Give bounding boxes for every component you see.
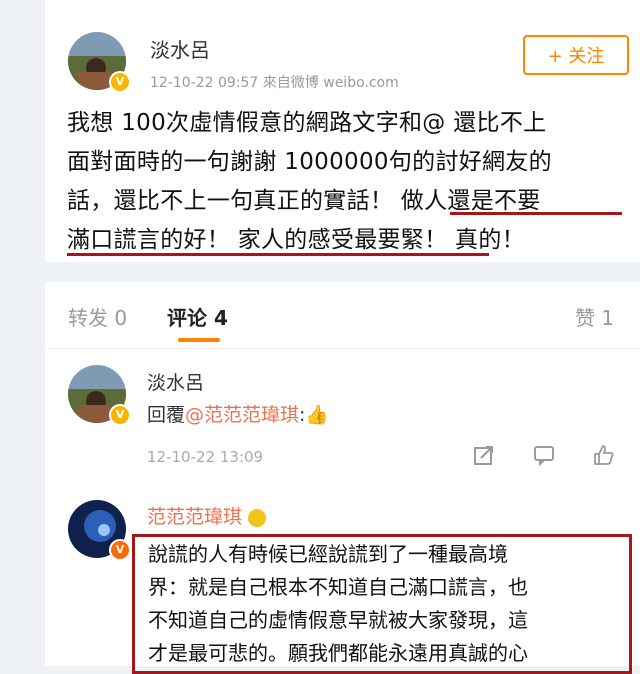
post-line: 我想 100次虛情假意的網路文字和@ 還比不上 xyxy=(67,110,547,136)
verified-icon: V xyxy=(109,539,131,561)
reply-prefix: 回覆 xyxy=(147,404,186,426)
comment-author-name[interactable]: 范范范瑋琪 xyxy=(147,502,267,529)
post-card: V 淡水呂 12-10-22 09:57 來自微博 weibo.com + 关注… xyxy=(45,0,640,262)
tab-likes[interactable]: 赞 1 xyxy=(575,302,614,331)
comments-tab-bar: 转发 0 评论 4 赞 1 xyxy=(45,282,640,349)
emoji-icon xyxy=(248,508,267,527)
comment-line: 界：就是自己根本不知道自己滿口謊言，也 xyxy=(148,575,528,599)
comment-icon[interactable] xyxy=(533,444,555,466)
comment-text: 說謊的人有時候已經說謊到了一種最高境 界：就是自己根本不知道自己滿口謊言，也 不… xyxy=(148,538,632,670)
like-icon[interactable] xyxy=(593,444,615,466)
post-author-name[interactable]: 淡水呂 xyxy=(150,34,210,63)
verified-icon: V xyxy=(109,71,131,93)
share-icon[interactable] xyxy=(473,444,495,466)
comment-line: 說謊的人有時候已經說謊到了一種最高境 xyxy=(148,542,508,566)
verified-icon: V xyxy=(109,404,131,426)
highlight-underline xyxy=(450,212,622,215)
tab-forward[interactable]: 转发 0 xyxy=(68,302,127,331)
comment-time: 12-10-22 13:09 xyxy=(147,448,264,466)
post-meta: 12-10-22 09:57 來自微博 weibo.com xyxy=(150,75,399,91)
comment-line: 不知道自己的虛情假意早就被大家發現，這 xyxy=(148,608,528,632)
comment-author-name[interactable]: 淡水呂 xyxy=(147,368,204,395)
post-line: 面對面時的一句謝謝 1000000句的討好網友的 xyxy=(67,149,552,175)
tab-comments[interactable]: 评论 4 xyxy=(167,302,228,331)
mention-link[interactable]: @范范范瑋琪 xyxy=(185,404,299,426)
post-line: 話，還比不上一句真正的實話！ 做人還是不要 xyxy=(67,188,541,214)
author-name-text: 范范范瑋琪 xyxy=(147,506,243,528)
comments-card: 转发 0 评论 4 赞 1 V 淡水呂 回覆@范范范瑋琪:👍 12-10-22 … xyxy=(45,282,640,674)
post-body: 我想 100次虛情假意的網路文字和@ 還比不上 面對面時的一句謝謝 100000… xyxy=(67,104,637,260)
comment-line: 才是最可悲的。願我們都能永遠用真誠的心 xyxy=(148,641,528,665)
follow-button[interactable]: + 关注 xyxy=(523,35,629,75)
active-tab-indicator xyxy=(178,338,220,342)
highlight-underline xyxy=(67,253,489,256)
comment-text: 回覆@范范范瑋琪:👍 xyxy=(147,400,329,427)
thumbs-up-emoji: :👍 xyxy=(299,404,330,426)
